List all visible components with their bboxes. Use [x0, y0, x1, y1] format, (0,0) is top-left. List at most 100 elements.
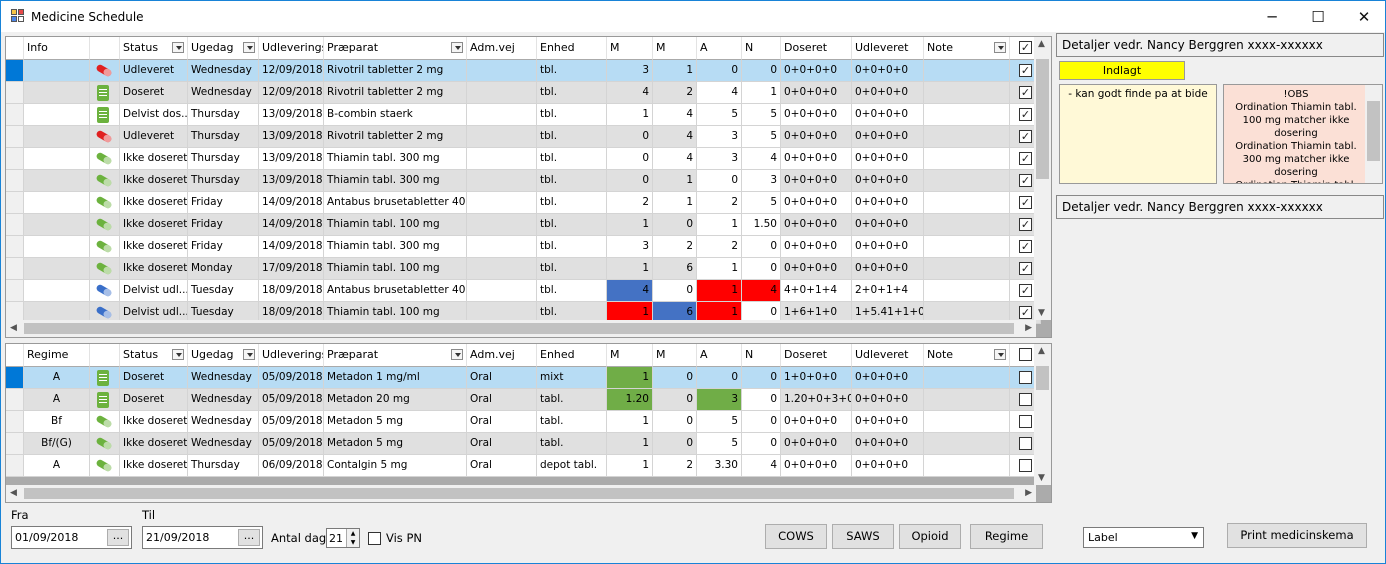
schedule-col-header[interactable]: [90, 37, 120, 60]
schedule-col-header[interactable]: Enhed: [537, 37, 607, 60]
schedule-col-header[interactable]: Udleveret: [852, 37, 924, 60]
schedule-row-header[interactable]: [6, 214, 24, 236]
schedule-col-header[interactable]: Adm.vej: [467, 37, 537, 60]
regime-filter-icon[interactable]: [994, 349, 1006, 360]
regime-filter-icon[interactable]: [243, 349, 255, 360]
schedule-row-header[interactable]: [6, 170, 24, 192]
regime-button[interactable]: Regime: [970, 524, 1043, 549]
regime-row-header[interactable]: [6, 367, 24, 389]
schedule-col-header[interactable]: M: [607, 37, 653, 60]
schedule-row-header[interactable]: [6, 60, 24, 82]
regime-col-header[interactable]: Regime: [24, 344, 90, 367]
schedule-row-checkbox[interactable]: ✓: [1019, 239, 1032, 253]
schedule-row-checkbox[interactable]: ✓: [1019, 151, 1032, 165]
regime-col-header[interactable]: Udleveret: [852, 344, 924, 367]
obs-scrollbar[interactable]: [1365, 85, 1382, 183]
schedule-col-header[interactable]: Info: [24, 37, 90, 60]
til-date-picker-button[interactable]: ...: [238, 529, 260, 546]
regime-row-checkbox[interactable]: [1019, 436, 1032, 450]
regime-row[interactable]: Bf/(G) Ikke doseret Wednesday 05/09/2018 Met…: [6, 433, 1051, 455]
schedule-row-header[interactable]: [6, 126, 24, 148]
schedule-col-header[interactable]: Udleveringsd: [259, 37, 324, 60]
schedule-row-checkbox[interactable]: ✓: [1019, 261, 1032, 275]
regime-row[interactable]: Bf Ikke doseret Wednesday 05/09/2018 Metadon…: [6, 411, 1051, 433]
schedule-row-header[interactable]: [6, 148, 24, 170]
schedule-col-header[interactable]: Præparat: [324, 37, 467, 60]
schedule-row-header[interactable]: [6, 280, 24, 302]
fra-date-input[interactable]: 01/09/2018 ...: [11, 526, 132, 549]
regime-row-checkbox[interactable]: [1019, 392, 1032, 406]
spinner-arrows-icon[interactable]: ▲ ▼: [346, 529, 359, 547]
regime-col-header[interactable]: Note: [924, 344, 1010, 367]
regime-row-header[interactable]: [6, 389, 24, 411]
schedule-row-checkbox[interactable]: ✓: [1019, 195, 1032, 209]
schedule-col-header[interactable]: A: [697, 37, 742, 60]
schedule-row[interactable]: Ikke doseret Friday 14/09/2018 Thiamin tabl…: [6, 236, 1051, 258]
schedule-row-header[interactable]: [6, 104, 24, 126]
schedule-row[interactable]: Udleveret Wednesday 12/09/2018 Rivotril tab…: [6, 60, 1051, 82]
schedule-col-header[interactable]: Status: [120, 37, 188, 60]
schedule-row-header[interactable]: [6, 236, 24, 258]
minimize-button[interactable]: ─: [1249, 1, 1295, 32]
schedule-row-checkbox[interactable]: ✓: [1019, 283, 1032, 297]
regime-col-header[interactable]: Ugedag: [188, 344, 259, 367]
schedule-row-header[interactable]: [6, 192, 24, 214]
regime-col-header[interactable]: Enhed: [537, 344, 607, 367]
fra-date-picker-button[interactable]: ...: [107, 529, 129, 546]
regime-row-header[interactable]: [6, 433, 24, 455]
schedule-row[interactable]: Ikke doseret Friday 14/09/2018 Thiamin tabl…: [6, 214, 1051, 236]
regime-row[interactable]: A Ikke doseret Thursday 06/09/2018 Contalgin…: [6, 455, 1051, 477]
schedule-row-checkbox[interactable]: ✓: [1019, 305, 1032, 319]
regime-col-header[interactable]: A: [697, 344, 742, 367]
opioid-button[interactable]: Opioid: [899, 524, 961, 549]
schedule-col-header[interactable]: M: [653, 37, 697, 60]
botgrid-horizontal-scrollbar[interactable]: ◀ ▶: [6, 485, 1036, 502]
schedule-row[interactable]: Delvist udl... Tuesday 18/09/2018 Antabus b…: [6, 280, 1051, 302]
schedule-col-header[interactable]: Note: [924, 37, 1010, 60]
regime-row-header[interactable]: [6, 411, 24, 433]
schedule-col-header[interactable]: Ugedag: [188, 37, 259, 60]
regime-row[interactable]: A Doseret Wednesday 05/09/2018 Metadon 1 mg/…: [6, 367, 1051, 389]
schedule-col-header[interactable]: Doseret: [781, 37, 852, 60]
regime-col-header[interactable]: M: [653, 344, 697, 367]
regime-select-all-checkbox[interactable]: [1019, 348, 1032, 361]
cows-button[interactable]: COWS: [765, 524, 827, 549]
schedule-row-checkbox[interactable]: ✓: [1019, 63, 1032, 77]
maximize-button[interactable]: ☐: [1295, 1, 1341, 32]
schedule-row-header[interactable]: [6, 258, 24, 280]
regime-filter-icon[interactable]: [451, 349, 463, 360]
schedule-col-header[interactable]: N: [742, 37, 781, 60]
regime-row-checkbox[interactable]: [1019, 458, 1032, 472]
schedule-row[interactable]: Ikke doseret Monday 17/09/2018 Thiamin tabl…: [6, 258, 1051, 280]
regime-col-header[interactable]: Adm.vej: [467, 344, 537, 367]
schedule-filter-icon[interactable]: [994, 42, 1006, 53]
schedule-row-checkbox[interactable]: ✓: [1019, 173, 1032, 187]
botgrid-vertical-scrollbar[interactable]: ▲ ▼: [1034, 344, 1051, 485]
schedule-filter-icon[interactable]: [172, 42, 184, 53]
close-button[interactable]: ✕: [1341, 1, 1385, 32]
regime-col-header[interactable]: M: [607, 344, 653, 367]
regime-col-header[interactable]: Udleveringsd: [259, 344, 324, 367]
saws-button[interactable]: SAWS: [832, 524, 894, 549]
regime-col-header[interactable]: [90, 344, 120, 367]
regime-col-header[interactable]: Præparat: [324, 344, 467, 367]
schedule-row-checkbox[interactable]: ✓: [1019, 85, 1032, 99]
regime-col-header[interactable]: N: [742, 344, 781, 367]
schedule-row[interactable]: Ikke doseret Thursday 13/09/2018 Thiamin ta…: [6, 170, 1051, 192]
schedule-row[interactable]: Ikke doseret Thursday 13/09/2018 Thiamin ta…: [6, 148, 1051, 170]
schedule-filter-icon[interactable]: [243, 42, 255, 53]
print-medicinskema-button[interactable]: Print medicinskema: [1227, 523, 1367, 548]
regime-row-checkbox[interactable]: [1019, 414, 1032, 428]
regime-row-header[interactable]: [6, 455, 24, 477]
antal-dage-spinner[interactable]: 21 ▲ ▼: [326, 528, 360, 548]
schedule-row-checkbox[interactable]: ✓: [1019, 217, 1032, 231]
regime-col-header[interactable]: Status: [120, 344, 188, 367]
schedule-row-header[interactable]: [6, 82, 24, 104]
topgrid-horizontal-scrollbar[interactable]: ◀ ▶: [6, 320, 1036, 337]
schedule-row-checkbox[interactable]: ✓: [1019, 129, 1032, 143]
regime-filter-icon[interactable]: [172, 349, 184, 360]
schedule-select-all-checkbox[interactable]: ✓: [1019, 41, 1032, 54]
topgrid-vertical-scrollbar[interactable]: ▲ ▼: [1034, 37, 1051, 320]
regime-row[interactable]: A Doseret Wednesday 05/09/2018 Metadon 20 mg…: [6, 389, 1051, 411]
regime-col-header[interactable]: Doseret: [781, 344, 852, 367]
